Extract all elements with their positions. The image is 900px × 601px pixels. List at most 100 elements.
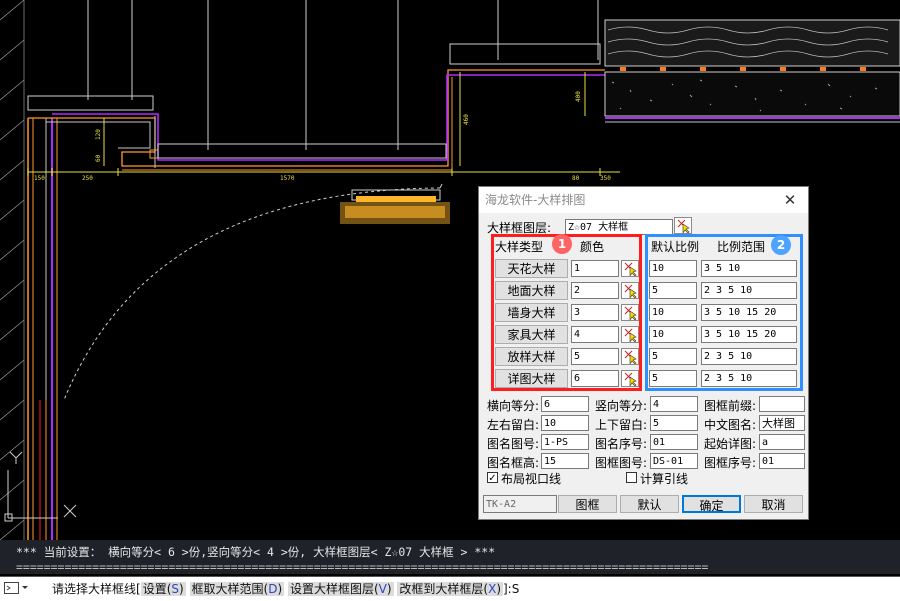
dimension-label: 350	[600, 175, 611, 182]
header-type: 大样类型	[495, 240, 544, 254]
default-button[interactable]: 默认	[620, 495, 679, 513]
name-h-label: 图名框高:	[487, 456, 540, 470]
command-option-end: )	[179, 582, 184, 596]
command-prompt: 请选择大样框线[设置(S) 框取大样范围(D) 设置大样框图层(V) 改框到大样…	[52, 580, 519, 597]
light-fixture	[340, 189, 450, 224]
name-h-input[interactable]: 15	[541, 453, 589, 469]
badge-2: 2	[771, 235, 791, 255]
dimension-label: 250	[82, 175, 93, 182]
prompt-tail: ]:S	[503, 582, 520, 596]
scale-range-input[interactable]: 3 5 10	[701, 260, 797, 277]
cn-name-label: 中文图名:	[704, 418, 757, 432]
default-scale-input[interactable]: 10	[649, 326, 697, 343]
dimension-text: 150 250 1570 460 80 120 60 400 350	[34, 91, 611, 182]
command-option-key: S	[171, 582, 179, 596]
cancel-button[interactable]: 取消	[744, 495, 803, 513]
tb-margin-input[interactable]: 5	[650, 415, 698, 431]
lr-margin-input[interactable]: 10	[541, 415, 589, 431]
detail-color-input[interactable]: 4	[571, 326, 619, 343]
detail-type-button[interactable]: 家具大样	[495, 325, 568, 344]
dialog-title: 海龙软件-大样排图	[485, 193, 586, 207]
calc-leader-label: 计算引线	[640, 472, 689, 486]
pick-color-icon[interactable]	[621, 282, 639, 299]
prompt-text: 请选择大样框线[	[52, 582, 141, 596]
pick-color-icon[interactable]	[621, 260, 639, 277]
name-seq-label: 图名序号:	[595, 437, 648, 451]
tb-margin-label: 上下留白:	[595, 418, 648, 432]
detail-color-input[interactable]: 2	[571, 282, 619, 299]
cn-name-input[interactable]: 大样图	[759, 415, 805, 431]
dimension-label: 400	[575, 91, 582, 102]
detail-color-input[interactable]: 5	[571, 348, 619, 365]
command-option[interactable]: 改框到大样框层(X)	[397, 582, 503, 596]
detail-type-button[interactable]: 地面大样	[495, 281, 568, 300]
detail-type-button[interactable]: 详图大样	[495, 369, 568, 388]
pick-color-icon[interactable]	[621, 370, 639, 387]
ok-button[interactable]: 确定	[682, 495, 741, 513]
pick-color-icon[interactable]	[621, 326, 639, 343]
frame-no-input[interactable]: DS-01	[650, 453, 698, 469]
pick-color-icon[interactable]	[621, 304, 639, 321]
frame-seq-input[interactable]: 01	[759, 453, 805, 469]
detail-callout-circle	[39, 183, 443, 540]
command-option-key: V	[378, 582, 387, 596]
start-input[interactable]: a	[759, 434, 805, 450]
command-history[interactable]: *** 当前设置： 横向等分< 6 >份,竖向等分< 4 >份, 大样框图层< …	[0, 540, 900, 574]
frame-code-field[interactable]: TK-A2	[483, 495, 557, 513]
v-div-label: 竖向等分:	[595, 399, 648, 413]
frame-seq-label: 图框序号:	[704, 456, 757, 470]
frame-layer-input[interactable]: Z☆07 大样框	[565, 219, 673, 235]
default-scale-input[interactable]: 5	[649, 348, 697, 365]
scale-range-input[interactable]: 3 5 10 15 20	[701, 304, 797, 321]
command-option-label: 改框到大样框层(	[399, 582, 489, 596]
layout-viewport-checkbox[interactable]: ✓	[487, 472, 498, 484]
detail-type-button[interactable]: 墙身大样	[495, 303, 568, 322]
default-scale-input[interactable]: 5	[649, 282, 697, 299]
left-wall-hatch	[0, 0, 25, 540]
detail-type-button[interactable]: 放样大样	[495, 347, 568, 366]
default-scale-input[interactable]: 10	[649, 304, 697, 321]
command-menu-icon[interactable]	[4, 582, 30, 595]
detail-color-input[interactable]: 1	[571, 260, 619, 277]
pick-color-icon[interactable]	[621, 348, 639, 365]
frame-no-label: 图框图号:	[595, 456, 648, 470]
scale-range-input[interactable]: 2 3 5 10	[701, 282, 797, 299]
scale-range-input[interactable]: 2 3 5 10	[701, 348, 797, 365]
header-scale-range: 比例范围	[717, 240, 766, 254]
prefix-input[interactable]	[759, 396, 805, 412]
h-div-input[interactable]: 6	[541, 396, 589, 412]
dimension-label: 150	[34, 175, 45, 182]
textured-ceiling-area	[604, 19, 900, 117]
name-no-input[interactable]: 1-PS	[541, 434, 589, 450]
command-option-end: )	[496, 582, 501, 596]
lr-margin-label: 左右留白:	[487, 418, 540, 432]
command-option[interactable]: 设置大样框图层(V)	[287, 582, 394, 596]
dimension-label: 80	[572, 175, 580, 182]
detail-type-button[interactable]: 天花大样	[495, 259, 568, 278]
scale-range-input[interactable]: 3 5 10 15 20	[701, 326, 797, 343]
default-scale-input[interactable]: 5	[649, 370, 697, 387]
dialog-titlebar[interactable]: 海龙软件-大样排图 ✕	[479, 187, 808, 213]
name-seq-input[interactable]: 01	[650, 434, 698, 450]
calc-leader-checkbox[interactable]	[626, 472, 637, 483]
h-div-label: 横向等分:	[487, 399, 540, 413]
pick-layer-icon[interactable]	[674, 217, 692, 234]
command-option[interactable]: 框取大样范围(D)	[189, 582, 285, 596]
default-scale-input[interactable]: 10	[649, 260, 697, 277]
frame-button[interactable]: 图框	[558, 495, 617, 513]
close-icon[interactable]: ✕	[780, 187, 800, 213]
detail-color-input[interactable]: 3	[571, 304, 619, 321]
ceiling-hangers	[27, 0, 601, 159]
header-color: 颜色	[580, 240, 605, 254]
v-div-input[interactable]: 4	[650, 396, 698, 412]
dimension-label: 460	[463, 114, 470, 125]
scale-range-input[interactable]: 2 3 5 10	[701, 370, 797, 387]
detail-color-input[interactable]: 6	[571, 370, 619, 387]
detail-layout-dialog: 海龙软件-大样排图 ✕ 大样框图层: Z☆07 大样框 1 2 大样类型 颜色 …	[478, 186, 809, 520]
layout-viewport-label: 布局视口线	[501, 472, 562, 486]
command-option-end: )	[277, 582, 283, 596]
command-option[interactable]: 设置(S)	[140, 582, 186, 596]
command-line[interactable]: 请选择大样框线[设置(S) 框取大样范围(D) 设置大样框图层(V) 改框到大样…	[0, 576, 900, 601]
prefix-label: 图框前缀:	[704, 399, 757, 413]
header-default-scale: 默认比例	[651, 240, 700, 254]
